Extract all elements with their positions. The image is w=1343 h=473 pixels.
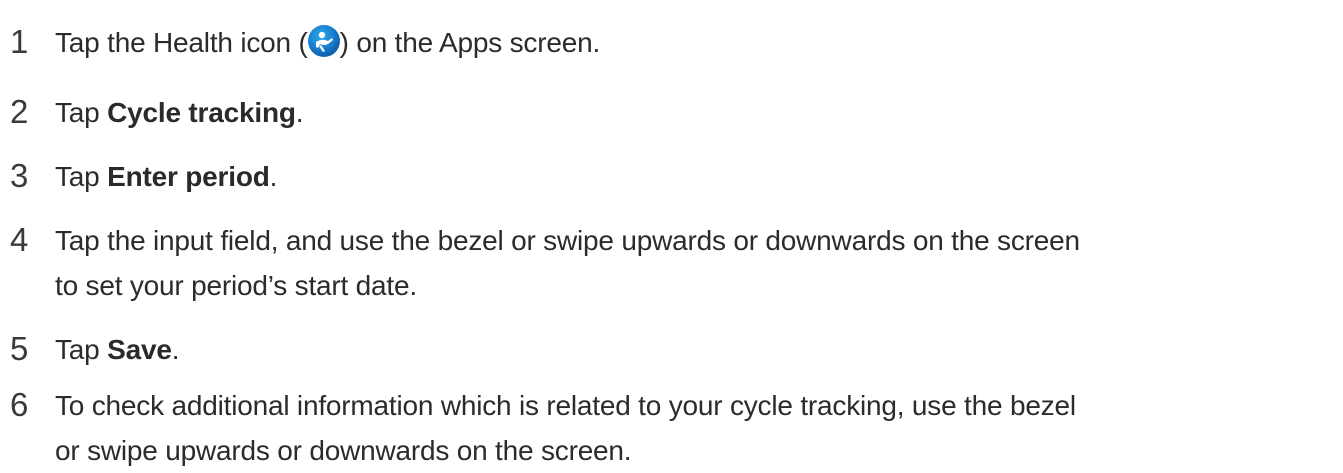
health-app-icon — [307, 25, 340, 57]
step-text-before: Tap — [55, 161, 108, 192]
step-text-line-1: Tap the input field, and use the bezel o… — [55, 225, 1080, 256]
step-text: To check additional information which is… — [55, 383, 1343, 473]
step-text-line-2: to set your period’s start date. — [55, 270, 417, 301]
step-text-bold: Cycle tracking — [107, 97, 296, 128]
step-number: 5 — [10, 330, 29, 367]
step-text: Tap the Health icon ( ) on the Apps scree… — [55, 20, 1343, 65]
step-text: Tap Enter period. — [55, 154, 1343, 199]
step-text-before: Tap — [55, 334, 108, 365]
step-text-after: . — [269, 161, 278, 192]
step-text: Tap the input field, and use the bezel o… — [55, 218, 1343, 308]
step-text-bold: Enter period — [107, 161, 270, 192]
step-text-line-2: or swipe upwards or downwards on the scr… — [55, 435, 632, 466]
step-text: Tap Cycle tracking. — [55, 90, 1343, 135]
step-text-line-1: To check additional information which is… — [55, 390, 1076, 421]
step-text-bold: Save — [107, 334, 172, 365]
step-number: 1 — [10, 23, 29, 60]
step-number: 4 — [10, 221, 29, 258]
step-text-before: Tap — [55, 97, 108, 128]
step-number: 3 — [10, 157, 29, 194]
step-text-before: Tap the Health icon ( — [55, 27, 308, 58]
step-number: 2 — [10, 93, 29, 130]
step-number: 6 — [10, 386, 29, 423]
step-text-after: . — [171, 334, 180, 365]
step-text-after: ) on the Apps screen. — [339, 27, 601, 58]
step-text: Tap Save. — [55, 327, 1343, 372]
step-text-after: . — [295, 97, 304, 128]
